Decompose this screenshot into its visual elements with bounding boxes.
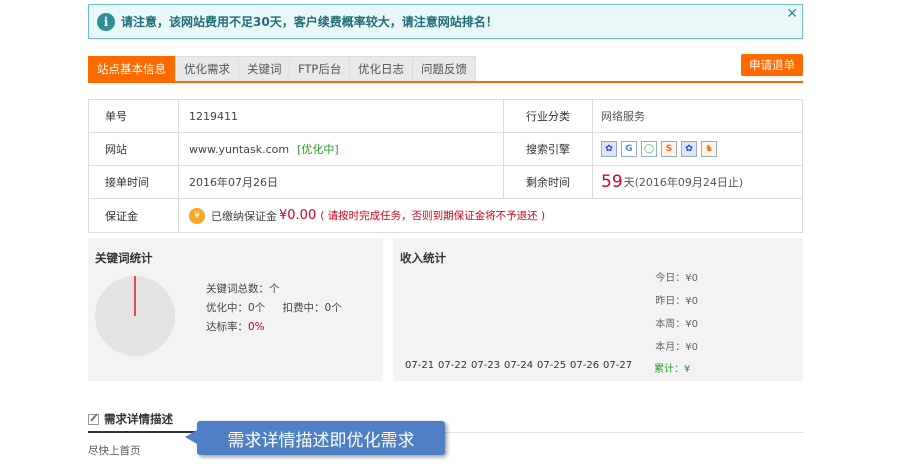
income-total: 累计：¥: [654, 364, 691, 375]
accept-time-label: 接单时间: [89, 166, 179, 198]
tab-feedback[interactable]: 问题反馈: [412, 56, 476, 81]
order-no-label: 单号: [89, 100, 179, 132]
income-month: 本月：¥0: [655, 342, 698, 353]
industry-label: 行业分类: [503, 100, 593, 132]
date-label: 07-21: [405, 360, 435, 371]
google-icon[interactable]: G: [621, 141, 637, 157]
deposit-amount: ¥0.00: [279, 208, 317, 223]
order-no-value: 1219411: [189, 109, 238, 123]
remain-suffix: 天(2016年09月24日止): [623, 176, 744, 189]
engine-list: ✿ G ◯ S ✿ ♞: [593, 133, 721, 165]
income-today: 今日：¥0: [655, 273, 698, 284]
requirement-heading: 需求详情描述: [88, 411, 173, 427]
income-week: 本周：¥0: [655, 319, 698, 330]
table-row: 网站 www.yuntask.com [优化中] 搜索引擎 ✿ G ◯ S ✿ …: [89, 133, 802, 166]
tab-bar: 站点基本信息 优化需求 关键词 FTP后台 优化日志 问题反馈 申请退单: [88, 54, 803, 83]
rate-value: 0%: [248, 321, 265, 333]
keyword-stats-panel: 关键词统计 关键词总数：个 优化中：0个 扣费中：0个 达标率：0%: [88, 238, 383, 381]
page: i 请注意，该网站费用不足30天，客户续费概率较大，请注意网站排名！ ✕ 站点基…: [0, 0, 900, 464]
requirement-text: 尽快上首页: [88, 445, 141, 457]
deposit-note: ( 请按时完成任务，否则到期保证金将不予退还 ): [320, 210, 546, 222]
money-bag-icon: ¥: [189, 207, 205, 224]
keyword-pie-chart: [95, 276, 175, 356]
income-stats-title: 收入统计: [400, 251, 446, 265]
keyword-total: 关键词总数：个: [206, 283, 280, 295]
tab-ftp[interactable]: FTP后台: [289, 56, 351, 81]
info-icon: i: [97, 12, 115, 31]
site-url[interactable]: www.yuntask.com: [189, 143, 289, 156]
edit-icon: [88, 413, 99, 425]
pie-marker: [134, 276, 136, 316]
accept-time-value: 2016年07月26日: [189, 176, 278, 189]
keyword-rate: 达标率：0%: [206, 319, 265, 334]
sogou-icon[interactable]: S: [661, 141, 677, 157]
remain-days: 59: [601, 172, 623, 192]
site-status: [优化中]: [297, 143, 339, 156]
annotation-callout: 需求详情描述即优化需求: [185, 421, 445, 455]
date-label: 07-24: [504, 360, 534, 371]
tab-optimization-needs[interactable]: 优化需求: [175, 56, 239, 81]
remain-label: 剩余时间: [503, 166, 593, 198]
income-yesterday: 昨日：¥0: [655, 296, 698, 307]
site-label: 网站: [89, 133, 179, 165]
360-icon[interactable]: ◯: [641, 141, 657, 157]
industry-value: 网络服务: [601, 110, 645, 123]
date-label: 07-22: [438, 360, 468, 371]
notice-text: 请注意，该网站费用不足30天，客户续费概率较大，请注意网站排名！: [121, 15, 498, 29]
close-icon[interactable]: ✕: [786, 6, 798, 22]
tab-optimization-log[interactable]: 优化日志: [349, 56, 413, 81]
site-info-table: 单号 1219411 行业分类 网络服务 网站 www.yuntask.com …: [88, 99, 803, 233]
engine-label: 搜索引擎: [503, 133, 593, 165]
rate-label: 达标率：: [206, 321, 248, 333]
shenma-icon[interactable]: ♞: [701, 141, 717, 157]
keyword-optimizing: 优化中：0个: [206, 302, 266, 314]
notice-bar: i 请注意，该网站费用不足30天，客户续费概率较大，请注意网站排名！ ✕: [88, 4, 803, 39]
date-label: 07-23: [471, 360, 501, 371]
date-label: 07-25: [537, 360, 567, 371]
table-row: 接单时间 2016年07月26日 剩余时间 59 天(2016年09月24日止): [89, 166, 802, 199]
income-stats-panel: 收入统计 今日：¥0 昨日：¥0 本周：¥0 本月：¥0 07-21 07-22…: [393, 238, 803, 381]
table-row: 保证金 ¥ 已缴纳保证金 ¥0.00 ( 请按时完成任务，否则到期保证金将不予退…: [89, 199, 802, 232]
tab-keywords[interactable]: 关键词: [238, 56, 291, 81]
table-row: 单号 1219411 行业分类 网络服务: [89, 100, 802, 133]
keyword-counts: 优化中：0个 扣费中：0个: [206, 300, 342, 315]
keyword-stats-title: 关键词统计: [95, 251, 153, 265]
deposit-label: 保证金: [89, 199, 179, 232]
refund-button[interactable]: 申请退单: [741, 54, 803, 76]
baidu-mobile-icon[interactable]: ✿: [681, 141, 697, 157]
requirement-title: 需求详情描述: [104, 412, 173, 426]
keyword-deducting: 扣费中：0个: [282, 302, 342, 314]
date-label: 07-26: [570, 360, 600, 371]
deposit-value: ¥ 已缴纳保证金 ¥0.00 ( 请按时完成任务，否则到期保证金将不予退还 ): [179, 199, 545, 232]
tab-site-info[interactable]: 站点基本信息: [88, 56, 175, 81]
date-label: 07-27: [603, 360, 633, 371]
remain-value: 59 天(2016年09月24日止): [593, 166, 743, 198]
site-value: www.yuntask.com [优化中]: [179, 133, 339, 165]
requirement-underline: [88, 431, 198, 433]
deposit-prefix: 已缴纳保证金: [211, 209, 277, 223]
baidu-icon[interactable]: ✿: [601, 141, 617, 157]
